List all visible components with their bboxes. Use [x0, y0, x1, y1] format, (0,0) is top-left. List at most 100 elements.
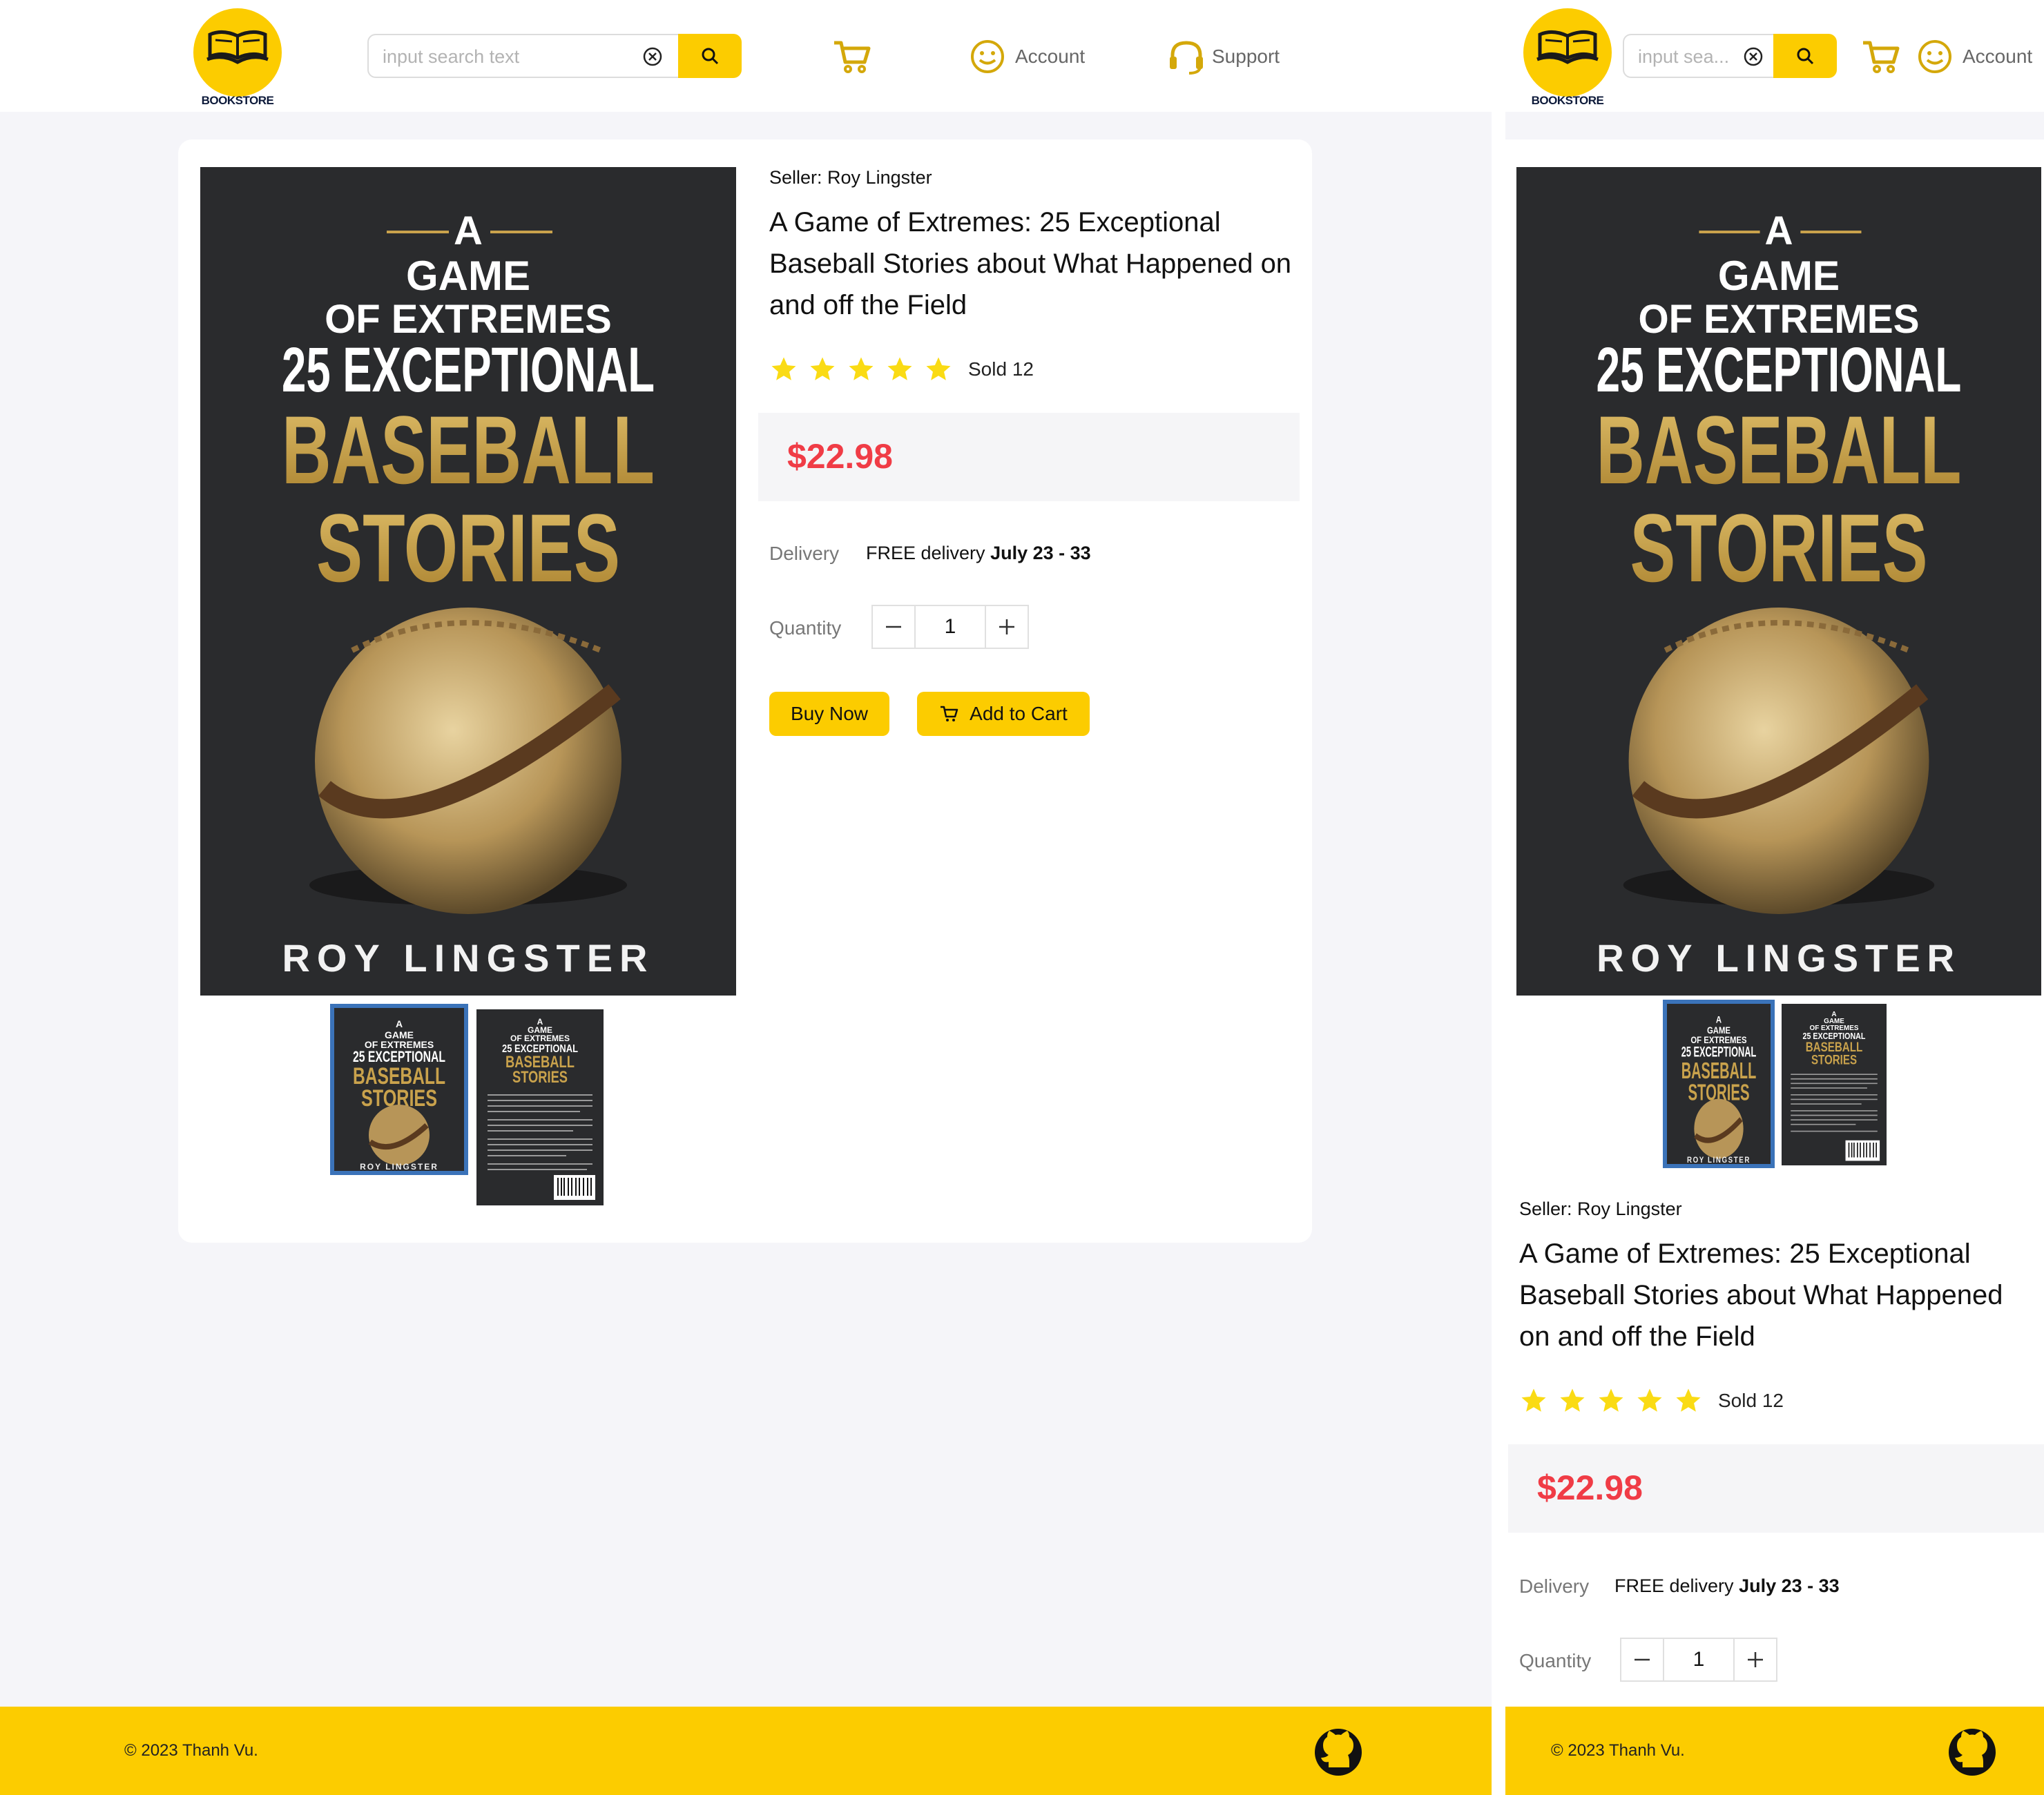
quantity-label: Quantity — [769, 617, 842, 639]
svg-text:OF EXTREMES: OF EXTREMES — [510, 1034, 570, 1043]
svg-text:ROY LINGSTER: ROY LINGSTER — [1687, 1156, 1751, 1165]
thumbnail-back-image: A GAME OF EXTREMES 25 EXCEPTIONAL BASEBA… — [476, 1009, 604, 1205]
book-cover: A GAME OF EXTREMES 25 EXCEPTIONAL BASEBA… — [1516, 167, 2041, 996]
price: $22.98 — [1537, 1468, 1643, 1507]
logo[interactable]: BOOKSTORE — [192, 7, 283, 107]
svg-text:STORIES: STORIES — [512, 1068, 568, 1087]
buy-now-button[interactable]: Buy Now — [769, 692, 889, 736]
star-icon — [1599, 1388, 1623, 1412]
search-bar — [367, 34, 742, 78]
rating-stars: Sold 12 — [769, 355, 1034, 384]
copyright: © 2023 Thanh Vu. — [124, 1741, 258, 1760]
logo-text: BOOKSTORE — [1531, 94, 1604, 107]
svg-text:ROY LINGSTER: ROY LINGSTER — [360, 1162, 438, 1172]
decrease-button[interactable] — [871, 605, 916, 649]
quantity-stepper: 1 — [1620, 1638, 1777, 1682]
mobile-logo[interactable]: BOOKSTORE — [1522, 7, 1613, 107]
mobile-product-cover-image[interactable]: A GAME OF EXTREMES 25 EXCEPTIONAL BASEBA… — [1516, 167, 2041, 996]
smile-icon[interactable] — [970, 39, 1005, 75]
cart-icon[interactable] — [1862, 39, 1900, 75]
svg-text:STORIES: STORIES — [1630, 495, 1928, 603]
search-button[interactable] — [678, 34, 742, 78]
delivery-info: FREE delivery July 23 - 33 — [866, 543, 1091, 564]
star-icon — [849, 357, 874, 380]
cart-icon[interactable] — [833, 39, 871, 75]
thumbnail-back[interactable]: A GAME OF EXTREMES 25 EXCEPTIONAL BASEBA… — [476, 1009, 604, 1205]
star-icon — [771, 357, 796, 380]
mobile-footer: © 2023 Thanh Vu. — [1505, 1707, 2044, 1795]
github-icon[interactable] — [1947, 1727, 1997, 1777]
copyright: © 2023 Thanh Vu. — [1551, 1741, 1685, 1760]
star-icon — [810, 357, 835, 380]
seller-label: Seller: Roy Lingster — [769, 167, 932, 188]
minus-icon — [886, 625, 901, 628]
add-to-cart-button[interactable]: Add to Cart — [917, 692, 1090, 736]
cover-line-a: A — [454, 208, 483, 253]
quantity-stepper: 1 — [871, 605, 1029, 649]
support-link[interactable]: Support — [1212, 46, 1280, 68]
mobile-thumbnail-front[interactable]: A GAME OF EXTREMES 25 EXCEPTIONAL BASEBA… — [1663, 1000, 1775, 1168]
headset-icon[interactable] — [1167, 37, 1206, 76]
add-to-cart-label: Add to Cart — [970, 703, 1068, 724]
account-link[interactable]: Account — [1963, 46, 2032, 68]
thumbnail-front-image: A GAME OF EXTREMES 25 EXCEPTIONAL BASEBA… — [330, 1004, 468, 1175]
search-icon — [702, 48, 719, 65]
mobile-header: BOOKSTORE input sea... Account — [1505, 0, 2044, 112]
cover-line-baseball: BASEBALL — [282, 396, 655, 504]
header: BOOKSTORE input search text Account Supp… — [0, 0, 1492, 112]
github-icon[interactable] — [1313, 1727, 1363, 1777]
open-book-icon — [1536, 30, 1599, 64]
delivery-dates: July 23 - 33 — [990, 543, 1091, 563]
delivery-label: Delivery — [1519, 1575, 1590, 1597]
account-link[interactable]: Account — [1015, 46, 1085, 68]
book-cover: A GAME OF EXTREMES 25 EXCEPTIONAL BASEBA… — [200, 167, 736, 996]
cover-line-25: 25 EXCEPTIONAL — [282, 335, 655, 405]
star-icon — [1521, 1388, 1546, 1412]
search-button[interactable] — [1773, 34, 1837, 78]
svg-text:A: A — [1764, 208, 1793, 253]
quantity-label: Quantity — [1519, 1650, 1592, 1671]
svg-text:ROY LINGSTER: ROY LINGSTER — [1597, 936, 1961, 980]
mobile-view: BOOKSTORE input sea... Account A GAME OF… — [1505, 0, 2044, 1795]
delivery-info: FREE delivery July 23 - 33 — [1614, 1575, 1840, 1597]
sold-count: Sold 12 — [968, 358, 1034, 380]
search-input[interactable] — [1638, 43, 1742, 70]
svg-text:25 EXCEPTIONAL: 25 EXCEPTIONAL — [1597, 335, 1962, 405]
delivery-dates: July 23 - 33 — [1739, 1575, 1840, 1596]
mobile-search-bar — [1623, 34, 1837, 78]
clear-icon[interactable] — [642, 46, 663, 67]
logo-text: BOOKSTORE — [201, 94, 274, 107]
decrease-button[interactable] — [1620, 1638, 1664, 1682]
product-cover-image[interactable]: A GAME OF EXTREMES 25 EXCEPTIONAL BASEBA… — [200, 167, 736, 996]
clear-icon[interactable] — [1743, 46, 1764, 67]
smile-icon[interactable] — [1917, 39, 1953, 75]
product-title: A Game of Extremes: 25 Exceptional Baseb… — [1519, 1239, 2003, 1352]
search-field — [367, 34, 678, 78]
open-book-icon — [206, 30, 269, 64]
svg-text:A: A — [1716, 1014, 1722, 1025]
thumbnail-front[interactable]: A GAME OF EXTREMES 25 EXCEPTIONAL BASEBA… — [330, 1004, 468, 1175]
increase-button[interactable] — [985, 605, 1029, 649]
cart-icon — [941, 706, 958, 721]
mobile-thumbnail-back[interactable]: A GAME OF EXTREMES 25 EXCEPTIONAL BASEBA… — [1782, 1004, 1887, 1165]
search-input[interactable] — [383, 43, 638, 70]
star-icon — [926, 357, 951, 380]
footer: © 2023 Thanh Vu. — [0, 1707, 1492, 1795]
quantity-value[interactable]: 1 — [916, 605, 985, 649]
thumbnail-front-image: A GAME OF EXTREMES 25 EXCEPTIONAL BASEBA… — [1663, 1000, 1775, 1168]
quantity-value[interactable]: 1 — [1664, 1638, 1733, 1682]
cover-line-stories: STORIES — [316, 494, 620, 602]
search-icon — [1797, 48, 1814, 65]
cover-line-game: GAME — [406, 253, 530, 299]
plus-icon — [1748, 1652, 1763, 1667]
svg-text:GAME: GAME — [1718, 252, 1840, 299]
svg-text:BASEBALL: BASEBALL — [1597, 397, 1962, 505]
rating-stars: Sold 12 — [1519, 1386, 1784, 1415]
cover-author: ROY LINGSTER — [282, 936, 654, 980]
svg-text:STORIES: STORIES — [1811, 1052, 1857, 1067]
page-gap — [1505, 112, 2044, 139]
increase-button[interactable] — [1733, 1638, 1777, 1682]
star-icon — [1637, 1388, 1662, 1412]
star-icon — [1676, 1388, 1701, 1412]
sold-count: Sold 12 — [1718, 1390, 1784, 1411]
